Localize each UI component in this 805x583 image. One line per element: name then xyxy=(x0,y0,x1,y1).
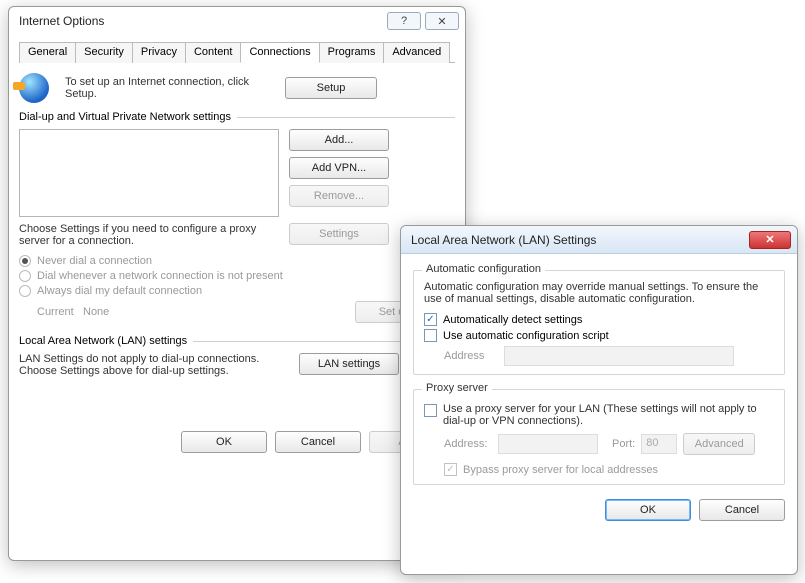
proxy-server-group: Proxy server Use a proxy server for your… xyxy=(413,389,785,485)
cancel-button[interactable]: Cancel xyxy=(699,499,785,521)
window-title: Internet Options xyxy=(19,14,383,28)
add-button[interactable]: Add... xyxy=(289,129,389,151)
checkbox-icon xyxy=(424,329,437,342)
lan-section-label: Local Area Network (LAN) settings xyxy=(19,335,187,347)
address-label: Address xyxy=(444,350,494,362)
proxy-port-input: 80 xyxy=(641,434,677,454)
auto-detect-checkbox[interactable]: Automatically detect settings xyxy=(424,313,774,326)
radio-icon xyxy=(19,285,31,297)
setup-button[interactable]: Setup xyxy=(285,77,377,99)
proxy-address-label: Address: xyxy=(444,438,492,450)
tab-general[interactable]: General xyxy=(19,42,76,63)
current-value: None xyxy=(83,306,345,318)
radio-dial-whenever: Dial whenever a network connection is no… xyxy=(19,270,455,282)
checkbox-icon xyxy=(444,463,457,476)
radio-never-dial: Never dial a connection xyxy=(19,255,455,267)
radio-icon xyxy=(19,255,31,267)
tab-content[interactable]: Content xyxy=(185,42,242,63)
script-address-input xyxy=(504,346,734,366)
tab-connections[interactable]: Connections xyxy=(240,42,319,63)
setup-text: To set up an Internet connection, click … xyxy=(65,76,275,100)
ok-button[interactable]: OK xyxy=(181,431,267,453)
tab-privacy[interactable]: Privacy xyxy=(132,42,186,63)
dialup-section-label: Dial-up and Virtual Private Network sett… xyxy=(19,111,231,123)
titlebar[interactable]: Local Area Network (LAN) Settings ✕ xyxy=(401,226,797,254)
proxy-help-text: Choose Settings if you need to configure… xyxy=(19,223,279,247)
lan-settings-button[interactable]: LAN settings xyxy=(299,353,399,375)
globe-icon xyxy=(19,73,49,103)
checkbox-icon xyxy=(424,313,437,326)
group-legend: Proxy server xyxy=(422,382,492,394)
radio-always-dial: Always dial my default connection xyxy=(19,285,455,297)
checkbox-icon xyxy=(424,404,437,417)
advanced-button: Advanced xyxy=(683,433,755,455)
window-title: Local Area Network (LAN) Settings xyxy=(411,233,745,247)
dialog-footer: OK Cancel xyxy=(413,499,785,521)
cancel-button[interactable]: Cancel xyxy=(275,431,361,453)
proxy-port-label: Port: xyxy=(612,438,635,450)
settings-button: Settings xyxy=(289,223,389,245)
add-vpn-button[interactable]: Add VPN... xyxy=(289,157,389,179)
dialog-footer: OK Cancel Apply xyxy=(19,431,455,453)
ok-button[interactable]: OK xyxy=(605,499,691,521)
dialup-listbox[interactable] xyxy=(19,129,279,217)
proxy-address-input xyxy=(498,434,598,454)
auto-script-checkbox[interactable]: Use automatic configuration script xyxy=(424,329,774,342)
lan-help-text: LAN Settings do not apply to dial-up con… xyxy=(19,353,289,377)
group-legend: Automatic configuration xyxy=(422,263,545,275)
titlebar[interactable]: Internet Options ? ✕ xyxy=(9,7,465,35)
tab-advanced[interactable]: Advanced xyxy=(383,42,450,63)
tab-row: General Security Privacy Content Connect… xyxy=(19,41,455,63)
tab-programs[interactable]: Programs xyxy=(319,42,385,63)
radio-icon xyxy=(19,270,31,282)
current-label: Current xyxy=(19,306,73,318)
internet-options-dialog: Internet Options ? ✕ General Security Pr… xyxy=(8,6,466,561)
remove-button: Remove... xyxy=(289,185,389,207)
tab-security[interactable]: Security xyxy=(75,42,133,63)
close-button[interactable]: ✕ xyxy=(425,12,459,30)
auto-help-text: Automatic configuration may override man… xyxy=(424,281,774,305)
close-button[interactable]: ✕ xyxy=(749,231,791,249)
lan-settings-dialog: Local Area Network (LAN) Settings ✕ Auto… xyxy=(400,225,798,575)
bypass-local-checkbox: Bypass proxy server for local addresses xyxy=(444,463,774,476)
use-proxy-checkbox[interactable]: Use a proxy server for your LAN (These s… xyxy=(424,403,774,427)
help-button[interactable]: ? xyxy=(387,12,421,30)
automatic-configuration-group: Automatic configuration Automatic config… xyxy=(413,270,785,375)
